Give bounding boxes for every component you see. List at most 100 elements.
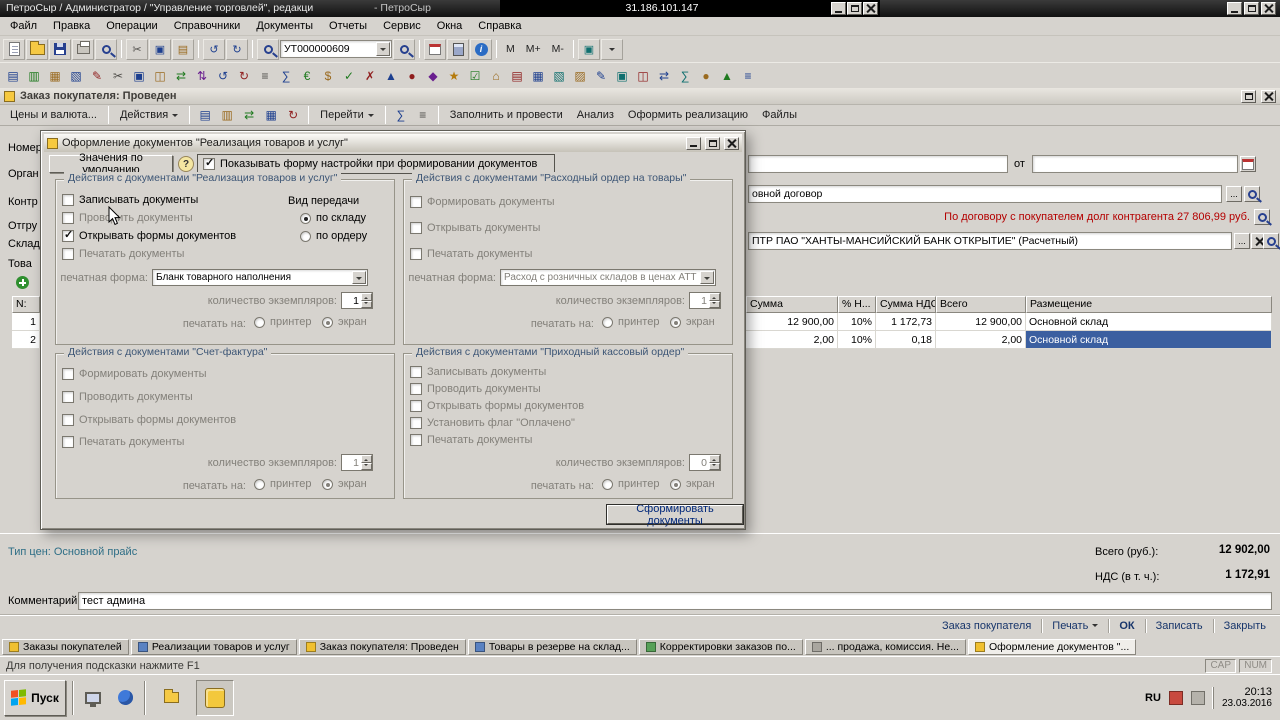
date-picker-button[interactable] [1240, 156, 1256, 172]
command-icon-button[interactable]: ☑ [465, 66, 485, 86]
command-icon-button[interactable]: ✓ [339, 66, 359, 86]
radio-printer[interactable]: принтер [602, 316, 659, 328]
contract-select-button[interactable]: ... [1226, 186, 1242, 202]
menu-item[interactable]: Сервис [375, 18, 429, 34]
command-icon-button[interactable]: ▧ [66, 66, 86, 86]
cell-vat-sum[interactable]: 1 172,73 [876, 313, 936, 331]
document-search-input[interactable]: УТ000000609 [280, 40, 392, 58]
checkbox-print-documents[interactable]: Печатать документы [62, 436, 184, 448]
comment-input[interactable]: тест админа [78, 592, 1272, 610]
copies-spinner[interactable]: 1 [689, 292, 721, 309]
print-form-select[interactable]: Расход с розничных складов в ценах АТТ [500, 269, 716, 286]
spinner-arrows[interactable] [709, 293, 720, 308]
document-tool-button[interactable]: ∑ [391, 105, 411, 125]
account-open-button[interactable] [1263, 233, 1279, 249]
command-icon-button[interactable]: ▦ [528, 66, 548, 86]
checkbox-create-documents[interactable]: Формировать документы [410, 196, 555, 208]
window-tab[interactable]: Товары в резерве на склад... [467, 639, 637, 655]
bank-account-field[interactable]: ПТР ПАО "ХАНТЫ-МАНСИЙСКИЙ БАНК ОТКРЫТИЕ"… [748, 232, 1232, 250]
memory-button[interactable]: M [501, 41, 520, 57]
command-icon-button[interactable]: ∑ [675, 66, 695, 86]
calendar-button[interactable] [424, 38, 446, 60]
checkbox-open-forms[interactable]: Открывать формы документов [410, 400, 584, 412]
column-header-vat-sum[interactable]: Сумма НДС [876, 296, 936, 313]
checkbox-open-forms[interactable]: Открывать формы документов [62, 414, 236, 426]
new-document-button[interactable] [3, 38, 25, 60]
show-settings-checkbox[interactable]: Показывать форму настройки при формирова… [203, 156, 537, 170]
radio-by-warehouse[interactable]: по складу [300, 212, 366, 224]
generate-documents-button[interactable]: Сформировать документы [606, 503, 744, 527]
document-number-field[interactable] [748, 155, 1008, 173]
radio-printer[interactable]: принтер [254, 316, 311, 328]
toolbar-more-button[interactable] [600, 38, 623, 60]
copy-button[interactable]: ▣ [149, 38, 171, 60]
checkbox-write-documents[interactable]: Записывать документы [410, 366, 546, 378]
cell-total[interactable]: 12 900,00 [936, 313, 1026, 331]
command-icon-button[interactable]: ∑ [276, 66, 296, 86]
window-close-button[interactable] [1261, 2, 1276, 15]
start-button[interactable]: Пуск [4, 679, 66, 716]
analysis-button[interactable]: Анализ [571, 107, 620, 123]
save-button[interactable] [49, 38, 71, 60]
defaults-button[interactable]: Значения по умолчанию [49, 152, 173, 176]
goto-menu-button[interactable]: Перейти [314, 107, 380, 123]
paste-button[interactable]: ▤ [172, 38, 194, 60]
document-close-button[interactable] [1261, 89, 1276, 103]
table-row[interactable]: 2,00 10% 0,18 2,00 Основной склад [746, 331, 1272, 349]
command-icon-button[interactable]: ▣ [129, 66, 149, 86]
command-icon-button[interactable]: ◫ [150, 66, 170, 86]
spinner-down-icon[interactable] [709, 462, 720, 470]
help-button[interactable]: ? [178, 156, 194, 172]
contract-field[interactable]: овной договор [748, 185, 1222, 203]
dropdown-arrow-icon[interactable] [376, 42, 390, 56]
command-icon-button[interactable]: ★ [444, 66, 464, 86]
window-restore-button[interactable] [1244, 2, 1259, 15]
command-icon-button[interactable]: $ [318, 66, 338, 86]
cell-sum[interactable]: 12 900,00 [746, 313, 838, 331]
command-icon-button[interactable]: ✎ [87, 66, 107, 86]
prices-currency-button[interactable]: Цены и валюта... [4, 107, 103, 123]
window-tab[interactable]: Оформление документов "... [967, 639, 1137, 655]
language-indicator[interactable]: RU [1145, 692, 1161, 704]
radio-by-order[interactable]: по ордеру [300, 230, 367, 242]
add-row-button[interactable] [14, 274, 30, 290]
window-tab[interactable]: Заказы покупателей [2, 639, 129, 655]
command-icon-button[interactable]: ✎ [591, 66, 611, 86]
cell-vat-pct[interactable]: 10% [838, 313, 876, 331]
checkbox-set-paid-flag[interactable]: Установить флаг "Оплачено" [410, 417, 575, 429]
print-button[interactable] [72, 38, 94, 60]
files-button[interactable]: Файлы [756, 107, 803, 123]
command-icon-button[interactable]: ⌂ [486, 66, 506, 86]
redo-button[interactable]: ↻ [226, 38, 248, 60]
menu-item[interactable]: Операции [98, 18, 165, 34]
spinner-up-icon[interactable] [709, 455, 720, 463]
contract-open-button[interactable] [1244, 186, 1260, 202]
command-icon-button[interactable]: ▤ [507, 66, 527, 86]
dialog-close-button[interactable] [724, 136, 739, 150]
radio-screen[interactable]: экран [322, 316, 367, 328]
dropdown-arrow-icon[interactable] [700, 271, 714, 284]
print-menu-button[interactable]: Печать [1044, 618, 1106, 634]
menu-item[interactable]: Окна [429, 18, 471, 34]
rdp-minimize-button[interactable] [831, 2, 846, 15]
spinner-up-icon[interactable] [361, 293, 372, 301]
spinner-arrows[interactable] [361, 293, 372, 308]
memory-button[interactable]: M- [547, 41, 569, 57]
command-icon-button[interactable]: ⇅ [192, 66, 212, 86]
cell-vat-sum[interactable]: 0,18 [876, 331, 936, 349]
service-button[interactable]: ▣ [577, 38, 600, 60]
spinner-down-icon[interactable] [361, 462, 372, 470]
info-button[interactable]: i [470, 38, 492, 60]
document-window-titlebar[interactable]: Заказ покупателя: Проведен [0, 88, 1280, 105]
menu-item[interactable]: Справка [470, 18, 529, 34]
memory-button[interactable]: M+ [521, 41, 546, 57]
menu-item[interactable]: Справочники [166, 18, 249, 34]
command-icon-button[interactable]: ⇄ [171, 66, 191, 86]
spinner-down-icon[interactable] [709, 300, 720, 308]
close-button[interactable]: Закрыть [1216, 618, 1274, 634]
spinner-down-icon[interactable] [361, 300, 372, 308]
window-tab[interactable]: ... продажа, комиссия. Не... [804, 639, 966, 655]
checkbox-print-documents[interactable]: Печатать документы [62, 248, 184, 260]
ok-button[interactable]: ОК [1111, 618, 1142, 634]
command-icon-button[interactable]: ↺ [213, 66, 233, 86]
